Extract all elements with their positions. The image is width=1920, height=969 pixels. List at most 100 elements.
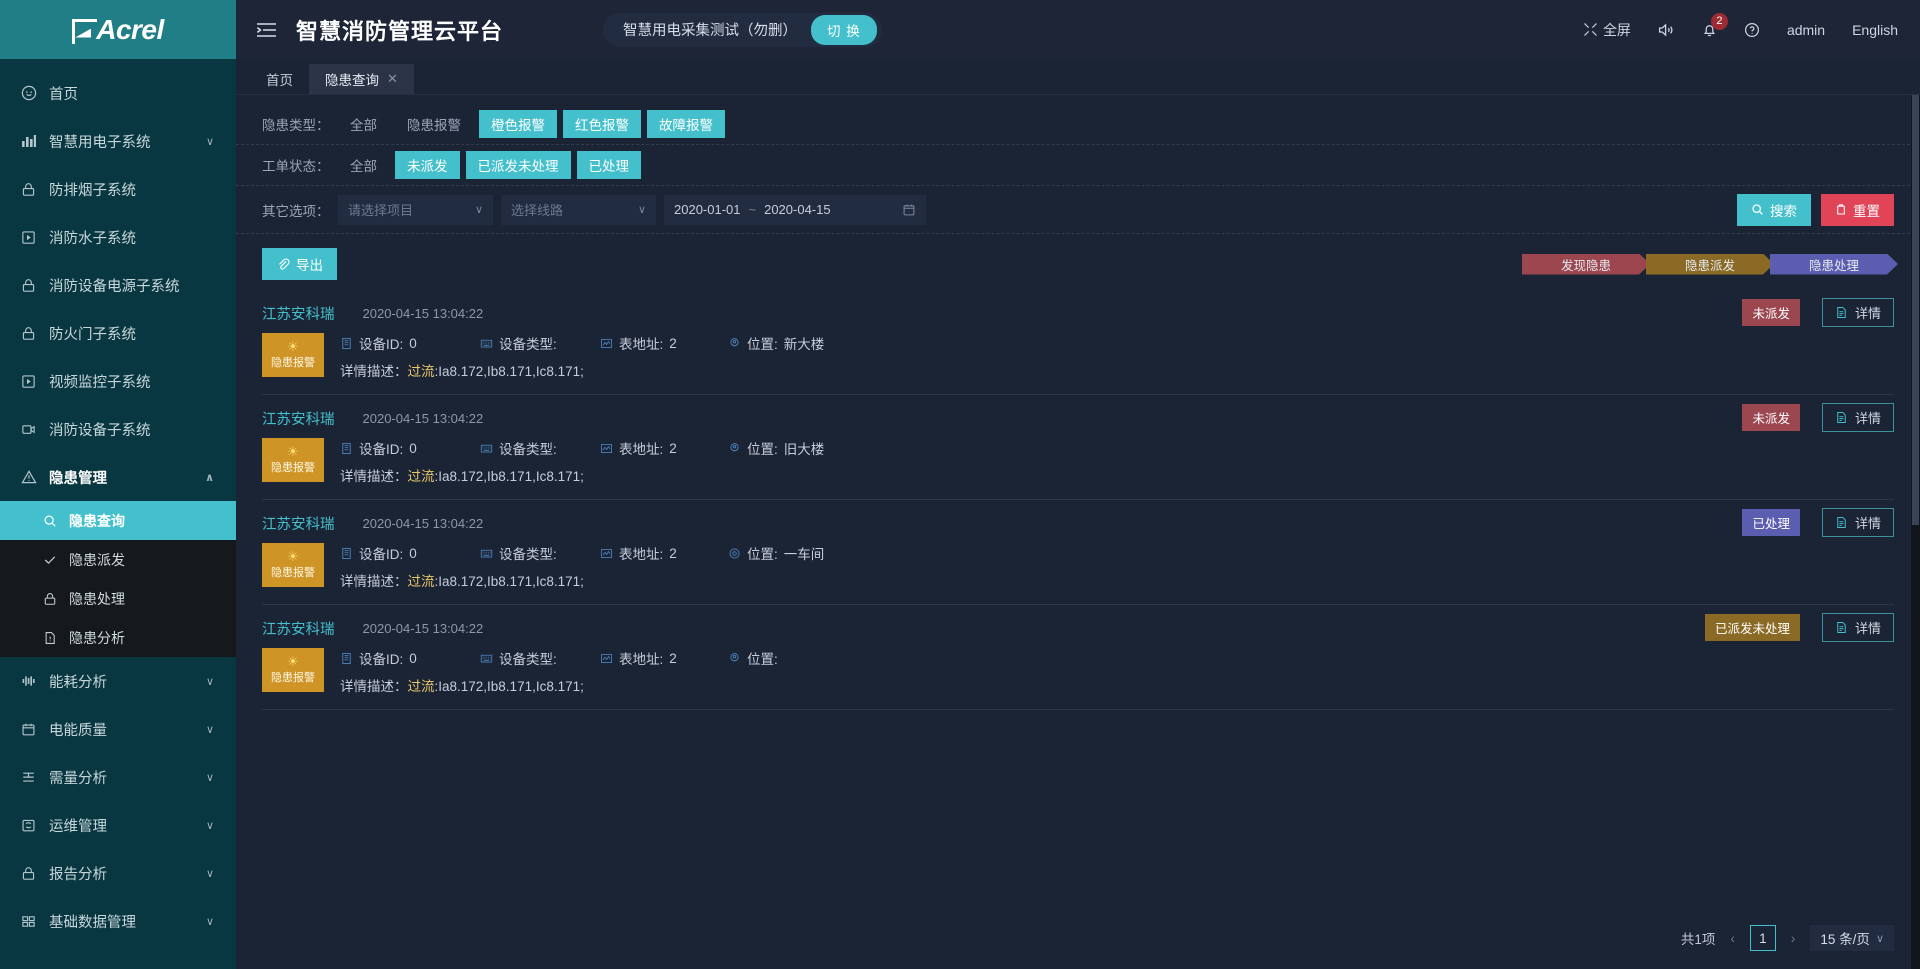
filter-chip-status-all[interactable]: 全部 [338,151,389,179]
sidebar-item-power-quality[interactable]: 电能质量 ∨ [0,705,236,753]
sidebar-item-demand[interactable]: 需量分析 ∨ [0,753,236,801]
description-highlight: 过流 [407,574,435,589]
line-select[interactable]: 选择线路 ∨ [501,194,656,225]
sound-icon [1658,22,1675,38]
sidebar-item-label: 电能质量 [49,722,107,739]
field-value: 2 [669,440,677,456]
filter-row-order-status: 工单状态： 全部 未派发 已派发未处理 已处理 [236,145,1920,186]
sidebar-item-hazard-analysis[interactable]: 隐患分析 [0,618,236,657]
sidebar-submenu-hazard: 隐患查询 隐患派发 隐患处理 隐患分析 [0,501,236,657]
description-body: :Ia8.172,Ib8.171,Ic8.171; [434,679,584,694]
content-area: 隐患类型： 全部 隐患报警 橙色报警 红色报警 故障报警 工单状态： 全部 未派… [236,95,1920,969]
alarm-type-tile: ☀ 隐患报警 [262,648,324,692]
ops-icon [20,817,37,834]
date-start-input[interactable]: 2020-01-01 [674,202,741,217]
language-switch[interactable]: English [1852,22,1898,38]
sidebar-item-energy[interactable]: 能耗分析 ∨ [0,657,236,705]
export-button[interactable]: 导出 [262,248,337,280]
filter-chip-status-handled[interactable]: 已处理 [576,151,641,179]
alarm-tile-label: 隐患报警 [271,357,315,369]
sidebar-item-fire-power[interactable]: 消防设备电源子系统 [0,261,236,309]
detail-button[interactable]: 详情 [1821,613,1894,642]
tab-hazard-query[interactable]: 隐患查询 ✕ [309,64,414,94]
pin-icon [728,652,741,665]
filter-chip-type-fault-alarm[interactable]: 故障报警 [647,110,725,138]
sidebar-item-hazard-handle[interactable]: 隐患处理 [0,579,236,618]
project-select[interactable]: 请选择项目 ∨ [338,194,493,225]
detail-button[interactable]: 详情 [1821,298,1894,327]
switch-project-button[interactable]: 切 换 [811,14,877,45]
alarm-tile-label: 隐患报警 [271,672,315,684]
field-meter-address: 表地址: 2 [600,648,728,668]
status-badge: 未派发 [1742,299,1800,326]
hamburger-icon[interactable] [256,21,278,39]
chevron-right-icon[interactable]: › [1788,931,1799,946]
help-button[interactable] [1744,22,1760,38]
field-device-id: 设备ID: 0 [340,543,480,563]
sidebar-item-hazard-management[interactable]: 隐患管理 ∧ [0,453,236,501]
sound-button[interactable] [1658,22,1675,38]
record-org[interactable]: 江苏安科瑞 [262,408,335,429]
notifications-button[interactable]: 2 [1702,12,1728,38]
record-description: 详情描述：过流:Ia8.172,Ib8.171,Ic8.171; [340,570,1894,590]
field-label: 设备ID: [359,442,404,457]
record-org[interactable]: 江苏安科瑞 [262,303,335,324]
user-menu[interactable]: admin [1787,22,1825,38]
sidebar-item-label: 首页 [49,86,78,103]
date-end-input[interactable]: 2020-04-15 [764,202,831,217]
page-size-select[interactable]: 15 条/页 ∨ [1810,925,1894,951]
fullscreen-button[interactable]: 全屏 [1583,20,1631,40]
brand-logo[interactable]: Acrel [0,0,236,59]
sidebar-item-ops[interactable]: 运维管理 ∨ [0,801,236,849]
line-select-value: 选择线路 [511,203,564,218]
reset-button[interactable]: 重置 [1821,193,1894,226]
sidebar-item-smart-power[interactable]: 智慧用电子系统 ∨ [0,117,236,165]
lock-icon [42,592,58,606]
project-selector[interactable]: 智慧用电采集测试（勿删） 切 换 [603,12,882,47]
sidebar-item-basic-data[interactable]: 基础数据管理 ∨ [0,897,236,945]
record-org[interactable]: 江苏安科瑞 [262,513,335,534]
sidebar-item-smoke[interactable]: 防排烟子系统 [0,165,236,213]
alarm-lamp-icon: ☀ [287,654,299,669]
field-meter-address: 表地址: 2 [600,438,728,458]
detail-button[interactable]: 详情 [1821,508,1894,537]
tab-home[interactable]: 首页 [250,64,309,94]
filter-chip-type-all[interactable]: 全部 [338,110,389,138]
language-label: English [1852,21,1898,38]
description-label: 详情描述： [340,364,408,379]
record-org[interactable]: 江苏安科瑞 [262,618,335,639]
filter-chip-type-hazard-alarm[interactable]: 隐患报警 [395,110,473,138]
close-icon[interactable]: ✕ [387,71,398,87]
sidebar-item-fire-water[interactable]: 消防水子系统 [0,213,236,261]
sidebar-item-report[interactable]: 报告分析 ∨ [0,849,236,897]
sidebar-item-fire-device[interactable]: 消防设备子系统 [0,405,236,453]
filter-chip-status-undispatched[interactable]: 未派发 [395,151,460,179]
tab-label: 隐患查询 [325,73,379,88]
field-device-type: 设备类型: [480,438,600,458]
sidebar-item-hazard-dispatch[interactable]: 隐患派发 [0,540,236,579]
pagination-page-1[interactable]: 1 [1749,925,1776,951]
filter-row-other-options: 其它选项： 请选择项目 ∨ 选择线路 ∨ 2020-01-01 ~ 2020-0… [236,186,1920,234]
date-range-picker[interactable]: 2020-01-01 ~ 2020-04-15 [664,194,926,225]
sidebar-item-fire-door[interactable]: 防火门子系统 [0,309,236,357]
trash-icon [1835,203,1847,216]
chevron-left-icon[interactable]: ‹ [1727,931,1738,946]
chevron-up-icon: ∧ [205,471,214,484]
alarm-lamp-icon: ☀ [287,444,299,459]
document-icon [1835,621,1848,634]
sidebar-item-label: 消防设备电源子系统 [49,278,180,295]
alarm-tile-label: 隐患报警 [271,462,315,474]
detail-button[interactable]: 详情 [1821,403,1894,432]
detail-button-label: 详情 [1854,516,1881,531]
sidebar-item-video[interactable]: 视频监控子系统 [0,357,236,405]
filter-chip-status-dispatched-unhandled[interactable]: 已派发未处理 [465,151,571,179]
sidebar-item-hazard-query[interactable]: 隐患查询 [0,501,236,540]
search-button[interactable]: 搜索 [1737,193,1811,226]
filter-chip-type-orange-alarm[interactable]: 橙色报警 [479,110,557,138]
filter-chip-type-red-alarm[interactable]: 红色报警 [563,110,641,138]
field-label: 表地址: [619,547,664,562]
scrollbar-thumb[interactable] [1912,95,1919,525]
scrollbar-track[interactable] [1911,95,1920,969]
chevron-down-icon: ∨ [474,204,483,216]
sidebar-item-home[interactable]: 首页 [0,69,236,117]
